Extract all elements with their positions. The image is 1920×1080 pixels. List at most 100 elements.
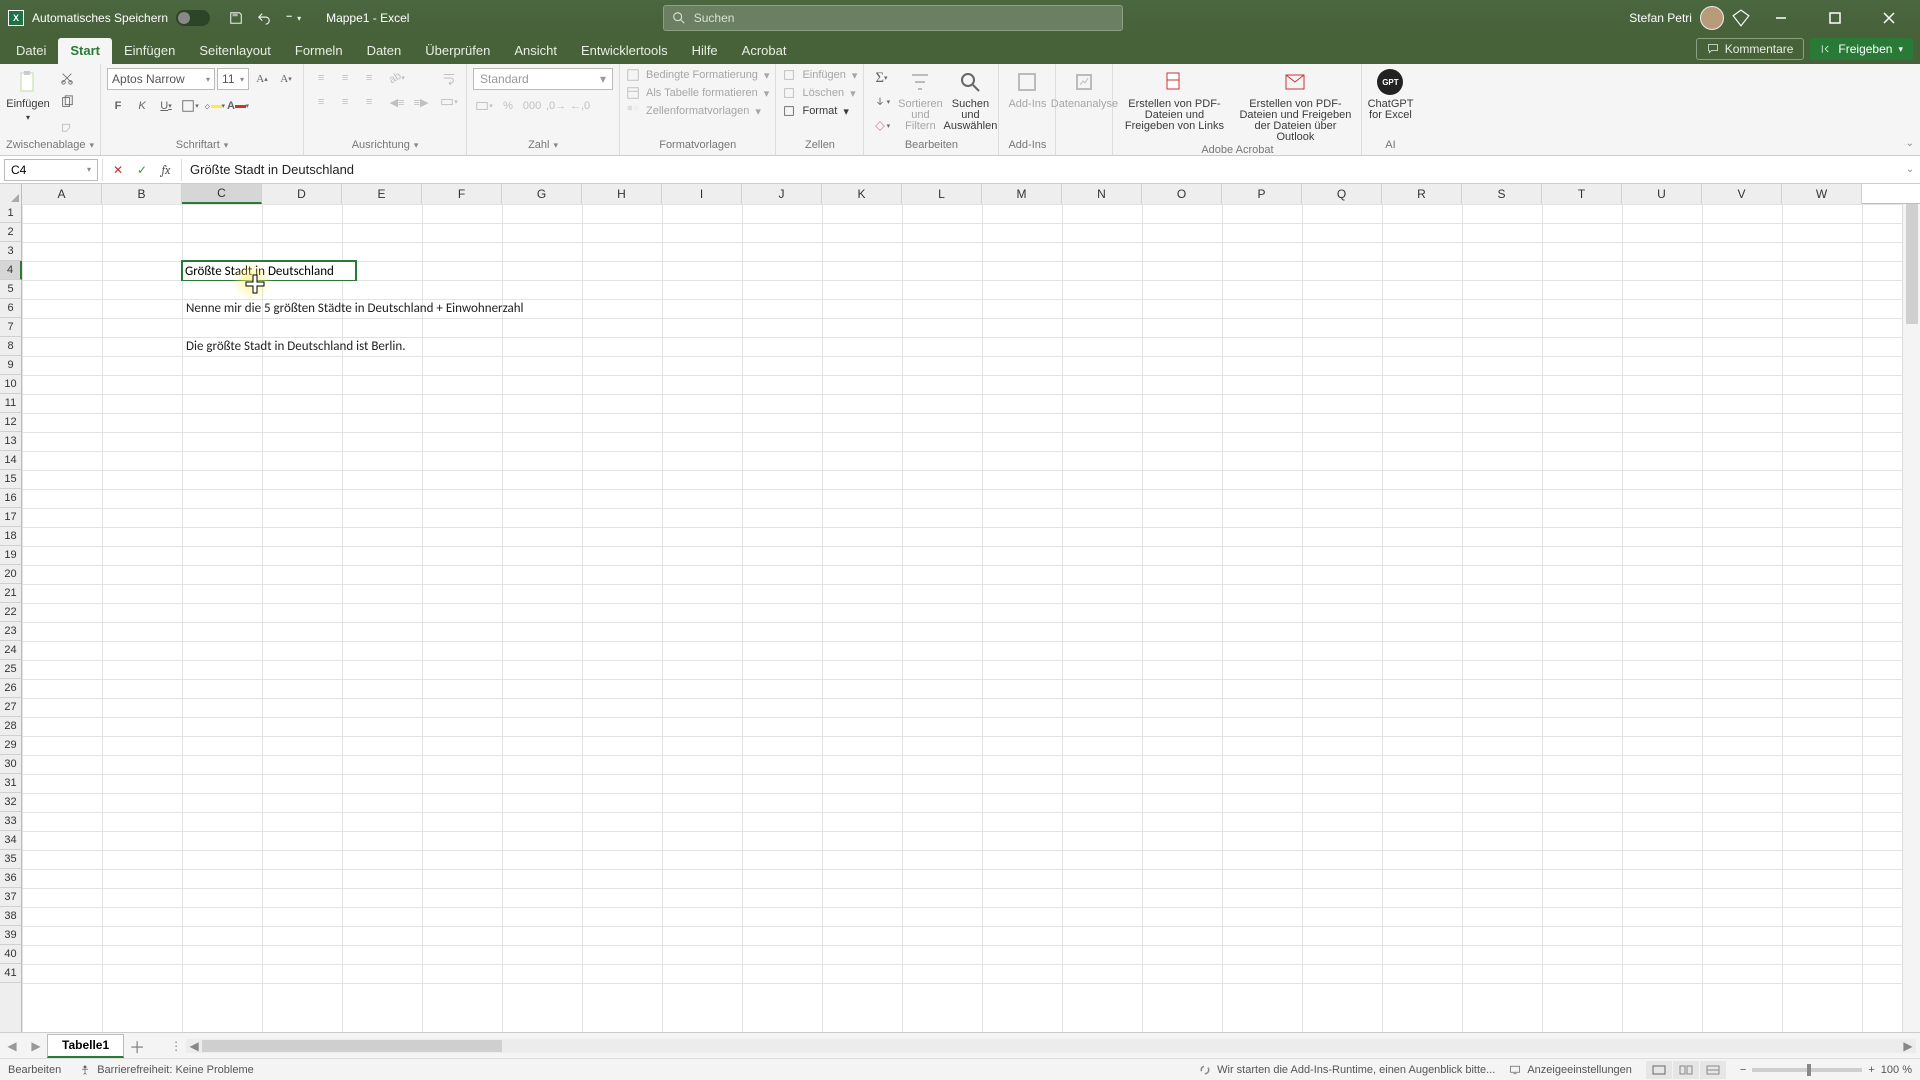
align-middle-button[interactable]: ≡ — [334, 68, 356, 88]
tab-acrobat[interactable]: Acrobat — [730, 38, 799, 64]
row-header[interactable]: 4 — [0, 261, 22, 280]
column-header[interactable]: S — [1462, 184, 1542, 204]
row-header[interactable]: 29 — [0, 736, 21, 755]
align-left-button[interactable]: ≡ — [310, 92, 332, 112]
row-header[interactable]: 28 — [0, 717, 21, 736]
formula-expand-button[interactable]: ⌄ — [1900, 164, 1920, 175]
fx-button[interactable]: fx — [155, 160, 177, 180]
number-format-select[interactable]: Standard▾ — [473, 68, 613, 90]
name-box[interactable]: C4▾ — [4, 159, 98, 181]
row-header[interactable]: 1 — [0, 204, 21, 223]
row-header[interactable]: 16 — [0, 489, 21, 508]
merge-button[interactable]: ▾ — [438, 92, 460, 112]
select-all-button[interactable] — [0, 184, 22, 204]
column-header[interactable]: R — [1382, 184, 1462, 204]
autosum-button[interactable]: Σ▾ — [870, 68, 892, 88]
conditional-formatting-button[interactable]: Bedingte Formatierung ▾ — [626, 68, 769, 82]
fill-button[interactable]: ▾ — [870, 92, 892, 112]
row-header[interactable]: 34 — [0, 831, 21, 850]
column-header[interactable]: T — [1542, 184, 1622, 204]
active-cell[interactable] — [181, 260, 357, 281]
row-header[interactable]: 39 — [0, 926, 21, 945]
indent-decrease-button[interactable]: ◀≡ — [386, 92, 408, 112]
tab-nav-next[interactable]: ▶ — [24, 1039, 48, 1053]
add-sheet-button[interactable]: ＋ — [124, 1034, 150, 1058]
view-page-break-button[interactable] — [1700, 1061, 1726, 1079]
row-header[interactable]: 24 — [0, 641, 21, 660]
row-header[interactable]: 14 — [0, 451, 21, 470]
currency-button[interactable]: ▾ — [473, 96, 495, 116]
row-header[interactable]: 30 — [0, 755, 21, 774]
align-center-button[interactable]: ≡ — [334, 92, 356, 112]
row-header[interactable]: 10 — [0, 375, 21, 394]
bold-button[interactable]: F — [107, 96, 129, 116]
row-header[interactable]: 7 — [0, 318, 21, 337]
column-header[interactable]: K — [822, 184, 902, 204]
row-header[interactable]: 5 — [0, 280, 21, 299]
align-right-button[interactable]: ≡ — [358, 92, 380, 112]
row-header[interactable]: 33 — [0, 812, 21, 831]
row-header[interactable]: 31 — [0, 774, 21, 793]
comma-button[interactable]: 000 — [521, 96, 543, 116]
search-box[interactable]: Suchen — [663, 5, 1123, 31]
row-header[interactable]: 3 — [0, 242, 21, 261]
zoom-in-button[interactable]: + — [1868, 1064, 1874, 1076]
clear-button[interactable]: ▾ — [870, 116, 892, 136]
row-header[interactable]: 11 — [0, 394, 21, 413]
row-header[interactable]: 2 — [0, 223, 21, 242]
view-page-layout-button[interactable] — [1673, 1061, 1699, 1079]
sheet-tab[interactable]: Tabelle1 — [47, 1034, 124, 1058]
row-header[interactable]: 13 — [0, 432, 21, 451]
column-header[interactable]: C — [182, 184, 262, 204]
copy-button[interactable] — [56, 92, 78, 112]
cancel-edit-button[interactable]: ✕ — [107, 160, 129, 180]
row-header[interactable]: 12 — [0, 413, 21, 432]
column-header[interactable]: A — [22, 184, 102, 204]
accept-edit-button[interactable]: ✓ — [131, 160, 153, 180]
format-cells-button[interactable]: Format ▾ — [782, 104, 857, 118]
fill-color-button[interactable]: ▾ — [203, 96, 225, 116]
font-shrink-button[interactable]: A▾ — [275, 69, 297, 89]
delete-cells-button[interactable]: Löschen ▾ — [782, 86, 857, 100]
format-as-table-button[interactable]: Als Tabelle formatieren ▾ — [626, 86, 769, 100]
percent-button[interactable]: % — [497, 96, 519, 116]
font-color-button[interactable]: A▾ — [227, 96, 249, 116]
share-button[interactable]: Freigeben▾ — [1810, 38, 1913, 60]
zoom-out-button[interactable]: − — [1740, 1064, 1746, 1076]
addins-button[interactable]: Add-Ins — [1005, 68, 1049, 110]
column-header[interactable]: L — [902, 184, 982, 204]
indent-increase-button[interactable]: ≡▶ — [410, 92, 432, 112]
column-header[interactable]: P — [1222, 184, 1302, 204]
row-header[interactable]: 38 — [0, 907, 21, 926]
cell-editor[interactable] — [183, 263, 355, 280]
view-normal-button[interactable] — [1646, 1061, 1672, 1079]
row-header[interactable]: 17 — [0, 508, 21, 527]
row-header[interactable]: 9 — [0, 356, 21, 375]
underline-button[interactable]: U▾ — [155, 96, 177, 116]
insert-cells-button[interactable]: Einfügen ▾ — [782, 68, 857, 82]
comments-button[interactable]: Kommentare — [1696, 38, 1805, 60]
font-name-select[interactable]: Aptos Narrow▾ — [107, 68, 215, 90]
close-button[interactable] — [1866, 3, 1912, 33]
display-settings-button[interactable]: Anzeigeeinstellungen — [1509, 1064, 1632, 1076]
increase-decimal-button[interactable]: ,0→ — [545, 96, 567, 116]
maximize-button[interactable] — [1812, 3, 1858, 33]
redo-button[interactable]: ▾ — [280, 6, 304, 30]
row-header[interactable]: 26 — [0, 679, 21, 698]
worksheet[interactable]: ABCDEFGHIJKLMNOPQRSTUVW 1234567891011121… — [0, 184, 1920, 1032]
status-accessibility[interactable]: Barrierefreiheit: Keine Probleme — [79, 1064, 254, 1076]
row-header[interactable]: 21 — [0, 584, 21, 603]
data-analysis-button[interactable]: Datenanalyse — [1062, 68, 1106, 110]
column-header[interactable]: M — [982, 184, 1062, 204]
row-header[interactable]: 35 — [0, 850, 21, 869]
row-header[interactable]: 19 — [0, 546, 21, 565]
collapse-ribbon-button[interactable]: ⌄ — [1906, 138, 1914, 149]
row-header[interactable]: 8 — [0, 337, 21, 356]
minimize-button[interactable] — [1758, 3, 1804, 33]
column-header[interactable]: W — [1782, 184, 1862, 204]
row-header[interactable]: 36 — [0, 869, 21, 888]
italic-button[interactable]: K — [131, 96, 153, 116]
create-pdf-link-button[interactable]: Erstellen von PDF-Dateien und Freigeben … — [1119, 68, 1229, 132]
vertical-scrollbar[interactable] — [1902, 204, 1920, 1032]
column-header[interactable]: F — [422, 184, 502, 204]
